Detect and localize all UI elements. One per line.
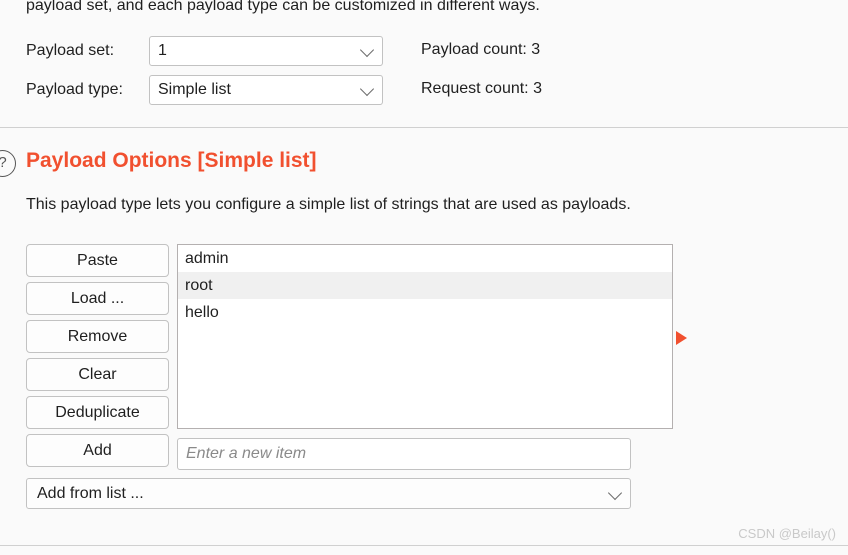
add-button[interactable]: Add — [26, 434, 169, 467]
payload-set-select[interactable]: 1 — [149, 36, 383, 66]
help-question-icon[interactable]: ? — [0, 150, 16, 177]
page-title: Payload Options [Simple list] — [26, 149, 317, 172]
payload-type-row: Payload type: Simple list — [26, 75, 383, 105]
section-divider-bottom — [0, 545, 848, 546]
load-button[interactable]: Load ... — [26, 282, 169, 315]
payload-type-label: Payload type: — [26, 81, 123, 98]
section-description: This payload type lets you configure a s… — [26, 196, 631, 213]
list-item[interactable]: hello — [178, 299, 672, 326]
payload-actions-column: Paste Load ... Remove Clear Deduplicate … — [26, 244, 169, 472]
clear-button[interactable]: Clear — [26, 358, 169, 391]
add-from-list-label: Add from list ... — [37, 484, 144, 502]
list-item[interactable]: root — [178, 272, 672, 299]
chevron-down-icon — [607, 485, 623, 500]
payload-type-value: Simple list — [158, 81, 231, 98]
deduplicate-button[interactable]: Deduplicate — [26, 396, 169, 429]
payload-type-select[interactable]: Simple list — [149, 75, 383, 105]
request-count-text: Request count: 3 — [421, 80, 542, 97]
chevron-down-icon — [359, 42, 375, 58]
payload-count-text: Payload count: 3 — [421, 41, 541, 58]
intro-paragraph: payload set, and each payload type can b… — [26, 0, 540, 14]
payload-set-row: Payload set: 1 — [26, 36, 383, 66]
payload-set-value: 1 — [158, 42, 167, 59]
add-from-list-select[interactable]: Add from list ... — [26, 478, 631, 509]
watermark-text: CSDN @Beilay() — [738, 526, 836, 541]
payload-list[interactable]: admin root hello — [177, 244, 673, 429]
section-divider-top — [0, 127, 848, 128]
paste-button[interactable]: Paste — [26, 244, 169, 277]
payload-set-label: Payload set: — [26, 42, 115, 59]
list-item[interactable]: admin — [178, 245, 672, 272]
new-item-input[interactable] — [177, 438, 631, 470]
chevron-down-icon — [359, 81, 375, 97]
orange-play-triangle-icon — [676, 331, 687, 345]
remove-button[interactable]: Remove — [26, 320, 169, 353]
